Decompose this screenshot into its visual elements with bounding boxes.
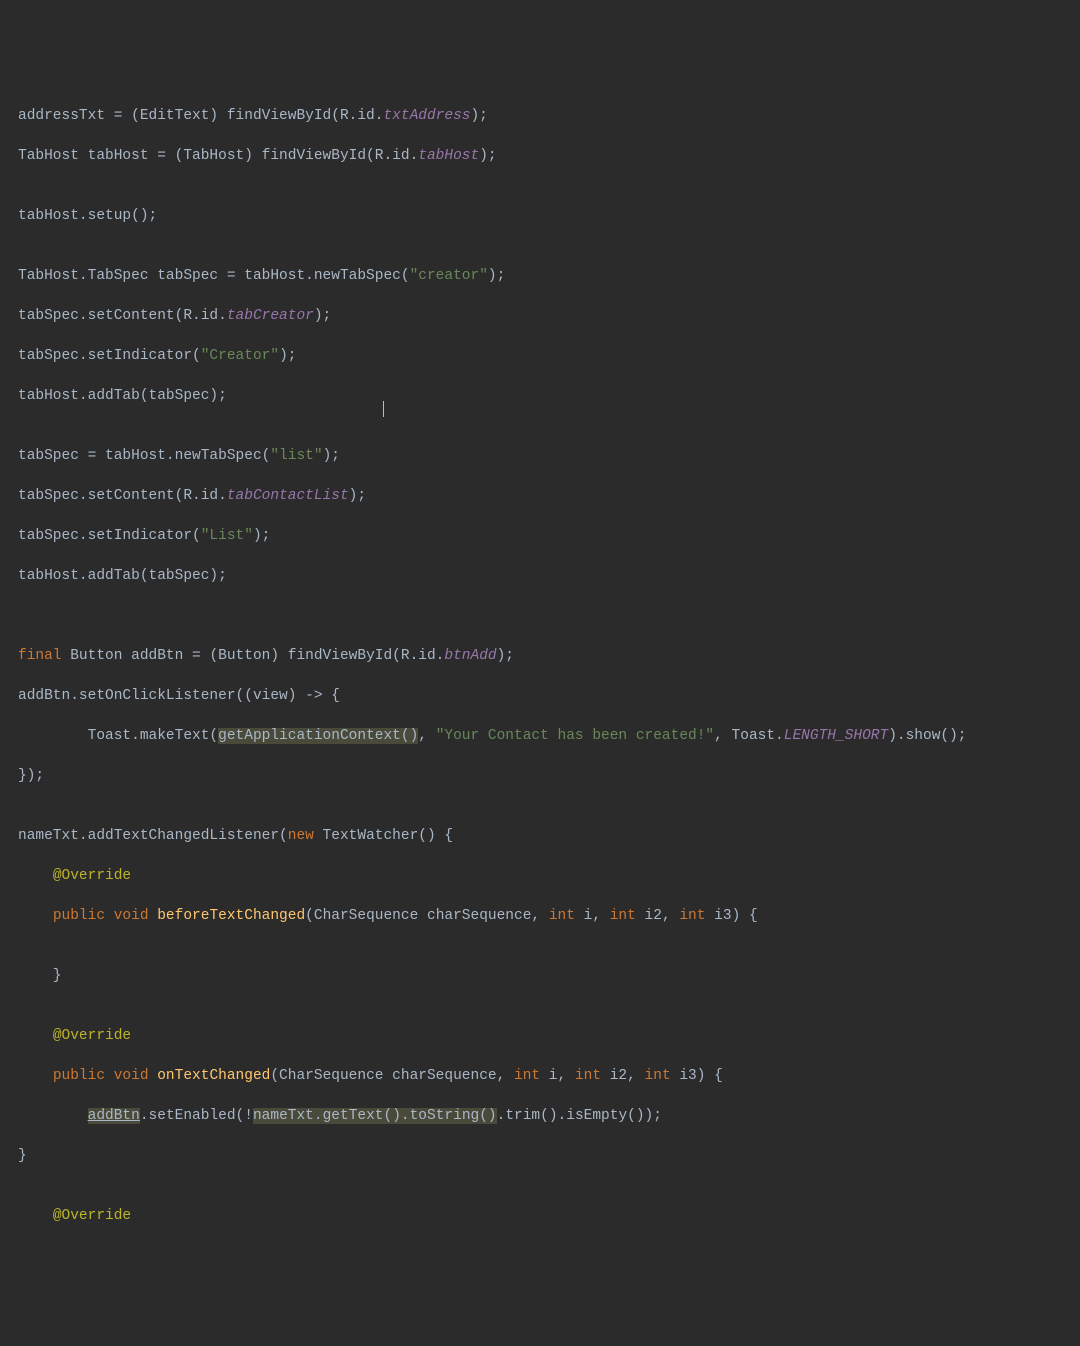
code-line: addBtn.setEnabled(!nameTxt.getText().toS…: [18, 1106, 1080, 1126]
code-line: tabSpec.setContent(R.id.tabCreator);: [18, 306, 1080, 326]
code-line: nameTxt.addTextChangedListener(new TextW…: [18, 826, 1080, 846]
code-editor[interactable]: addressTxt = (EditText) findViewById(R.i…: [18, 86, 1080, 1246]
code-line: addressTxt = (EditText) findViewById(R.i…: [18, 106, 1080, 126]
code-line: final Button addBtn = (Button) findViewB…: [18, 646, 1080, 666]
code-line: @Override: [18, 1026, 1080, 1046]
code-line: }: [18, 966, 1080, 986]
code-line: public void onTextChanged(CharSequence c…: [18, 1066, 1080, 1086]
code-line: }: [18, 1146, 1080, 1166]
code-line: public void beforeTextChanged(CharSequen…: [18, 906, 1080, 926]
code-line: Toast.makeText(getApplicationContext(), …: [18, 726, 1080, 746]
code-line: tabHost.addTab(tabSpec);: [18, 386, 1080, 406]
code-line: tabSpec.setIndicator("List");: [18, 526, 1080, 546]
code-line: });: [18, 766, 1080, 786]
code-line: tabSpec.setIndicator("Creator");: [18, 346, 1080, 366]
code-line: tabSpec.setContent(R.id.tabContactList);: [18, 486, 1080, 506]
code-line: tabHost.addTab(tabSpec);: [18, 566, 1080, 586]
code-line: addBtn.setOnClickListener((view) -> {: [18, 686, 1080, 706]
code-line: TabHost.TabSpec tabSpec = tabHost.newTab…: [18, 266, 1080, 286]
code-line: tabSpec = tabHost.newTabSpec("list");: [18, 446, 1080, 466]
code-line: TabHost tabHost = (TabHost) findViewById…: [18, 146, 1080, 166]
code-line: @Override: [18, 866, 1080, 886]
code-line: tabHost.setup();: [18, 206, 1080, 226]
code-line: @Override: [18, 1206, 1080, 1226]
